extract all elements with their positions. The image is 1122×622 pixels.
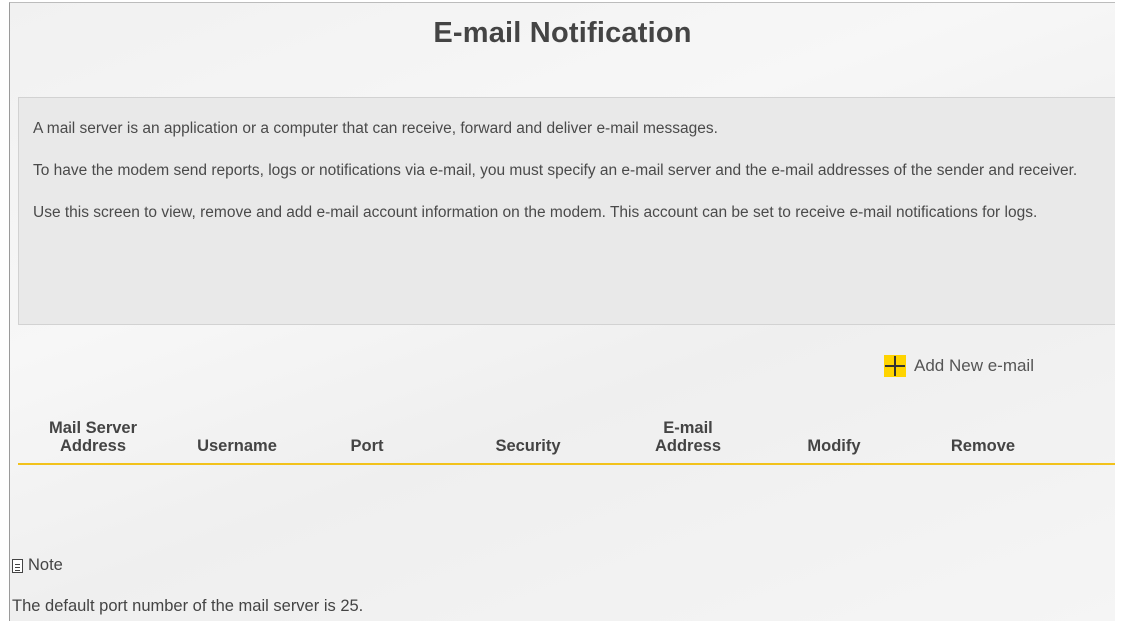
email-notification-panel: E-mail Notification A mail server is an … <box>9 2 1115 621</box>
column-label-line: Remove <box>950 437 1016 455</box>
column-label-line: Port <box>350 437 384 455</box>
column-label-line: Security <box>495 437 561 455</box>
column-email-address: E-mail Address <box>643 419 733 455</box>
page-title: E-mail Notification <box>433 17 692 49</box>
column-mail-server-address: Mail Server Address <box>34 419 152 455</box>
column-label-line: Username <box>197 437 277 455</box>
note-text: The default port number of the mail serv… <box>12 597 364 615</box>
add-new-email-button[interactable]: Add New e-mail <box>884 355 1034 377</box>
info-paragraph-1: A mail server is an application or a com… <box>33 120 718 137</box>
note-heading: Note <box>12 556 63 575</box>
column-label-line: Address <box>59 437 127 455</box>
column-port: Port <box>332 437 402 455</box>
note-heading-label: Note <box>28 556 63 574</box>
info-box: A mail server is an application or a com… <box>18 97 1115 325</box>
column-remove: Remove <box>938 437 1028 455</box>
column-label-line: Modify <box>807 437 861 455</box>
column-security: Security <box>480 437 576 455</box>
info-paragraph-3: Use this screen to view, remove and add … <box>33 204 1038 221</box>
plus-icon <box>884 355 906 377</box>
note-document-icon <box>12 558 23 573</box>
column-label-line: Mail Server <box>48 419 138 437</box>
column-label-line: E-mail <box>663 419 713 437</box>
table-header: Mail Server Address Username Port Securi… <box>18 413 1115 465</box>
column-modify: Modify <box>794 437 874 455</box>
column-username: Username <box>182 437 292 455</box>
info-paragraph-2: To have the modem send reports, logs or … <box>33 162 1078 179</box>
column-label-line: Address <box>654 437 722 455</box>
add-new-email-label: Add New e-mail <box>914 356 1034 375</box>
